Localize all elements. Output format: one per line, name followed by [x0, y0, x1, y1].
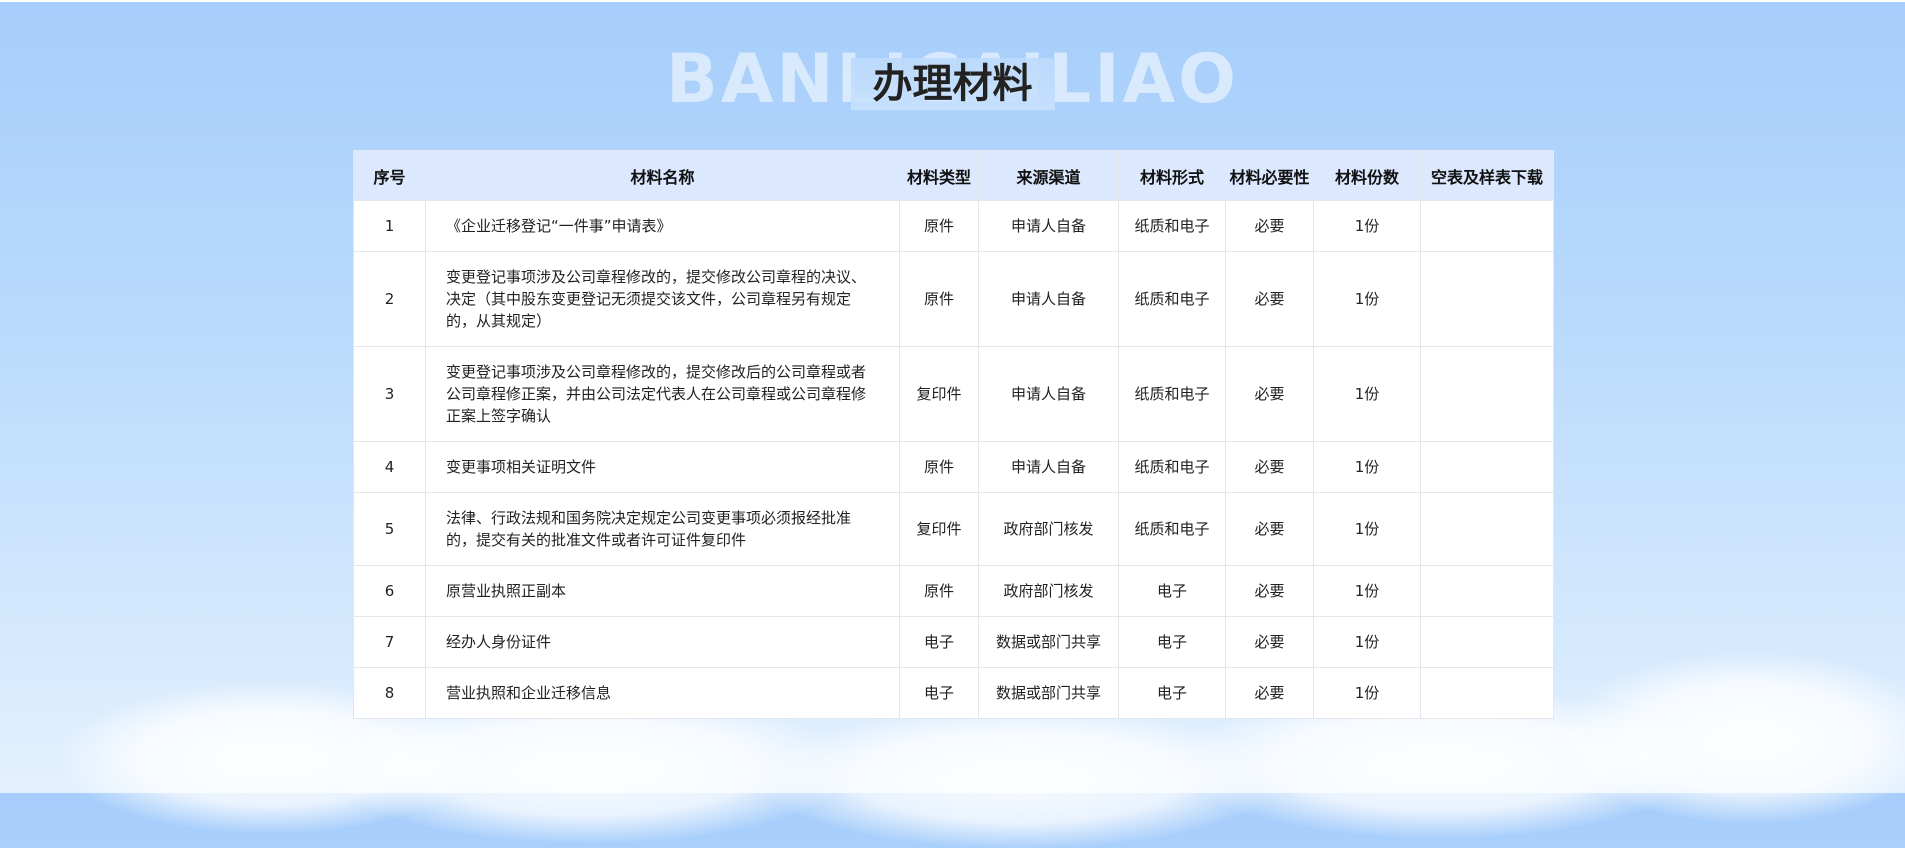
cell-required: 必要 — [1225, 667, 1314, 719]
cell-copies: 1份 — [1313, 200, 1421, 252]
header-form: 材料形式 — [1118, 150, 1226, 201]
cell-no: 6 — [353, 565, 426, 617]
table-row: 6 原营业执照正副本 原件 政府部门核发 电子 必要 1份 — [353, 565, 1554, 617]
cell-copies: 1份 — [1313, 667, 1421, 719]
cell-copies: 1份 — [1313, 441, 1421, 493]
cell-type: 复印件 — [899, 346, 979, 442]
cell-download[interactable] — [1420, 441, 1554, 493]
cell-name: 变更事项相关证明文件 — [425, 441, 900, 493]
table-row: 5 法律、行政法规和国务院决定规定公司变更事项必须报经批准的，提交有关的批准文件… — [353, 492, 1554, 566]
cell-type: 复印件 — [899, 492, 979, 566]
cell-form: 电子 — [1118, 565, 1226, 617]
title-box: 办理材料 — [850, 58, 1055, 110]
cell-form: 纸质和电子 — [1118, 492, 1226, 566]
header-download: 空表及样表下载 — [1420, 150, 1554, 201]
cell-name: 变更登记事项涉及公司章程修改的，提交修改后的公司章程或者公司章程修正案，并由公司… — [425, 346, 900, 442]
cell-type: 原件 — [899, 251, 979, 347]
cell-form: 电子 — [1118, 667, 1226, 719]
cell-no: 2 — [353, 251, 426, 347]
header-name: 材料名称 — [425, 150, 900, 201]
cell-type: 原件 — [899, 441, 979, 493]
materials-table-container: 序号 材料名称 材料类型 来源渠道 材料形式 材料必要性 材料份数 空表及样表下… — [353, 150, 1554, 719]
cell-source: 数据或部门共享 — [978, 616, 1119, 668]
table-row: 4 变更事项相关证明文件 原件 申请人自备 纸质和电子 必要 1份 — [353, 441, 1554, 493]
table-row: 7 经办人身份证件 电子 数据或部门共享 电子 必要 1份 — [353, 616, 1554, 668]
table-row: 3 变更登记事项涉及公司章程修改的，提交修改后的公司章程或者公司章程修正案，并由… — [353, 346, 1554, 442]
cell-source: 申请人自备 — [978, 251, 1119, 347]
table-row: 1 《企业迁移登记“一件事”申请表》 原件 申请人自备 纸质和电子 必要 1份 — [353, 200, 1554, 252]
cell-required: 必要 — [1225, 251, 1314, 347]
cell-form: 电子 — [1118, 616, 1226, 668]
cell-download[interactable] — [1420, 251, 1554, 347]
cell-source: 政府部门核发 — [978, 565, 1119, 617]
cell-source: 申请人自备 — [978, 441, 1119, 493]
cell-name: 《企业迁移登记“一件事”申请表》 — [425, 200, 900, 252]
cell-form: 纸质和电子 — [1118, 200, 1226, 252]
table-row: 8 营业执照和企业迁移信息 电子 数据或部门共享 电子 必要 1份 — [353, 667, 1554, 719]
cell-download[interactable] — [1420, 492, 1554, 566]
cell-type: 电子 — [899, 616, 979, 668]
cell-required: 必要 — [1225, 565, 1314, 617]
cell-download[interactable] — [1420, 346, 1554, 442]
cell-no: 7 — [353, 616, 426, 668]
cell-no: 8 — [353, 667, 426, 719]
cell-type: 原件 — [899, 200, 979, 252]
cell-name: 法律、行政法规和国务院决定规定公司变更事项必须报经批准的，提交有关的批准文件或者… — [425, 492, 900, 566]
cell-name: 经办人身份证件 — [425, 616, 900, 668]
cell-name: 原营业执照正副本 — [425, 565, 900, 617]
cell-source: 申请人自备 — [978, 200, 1119, 252]
cell-form: 纸质和电子 — [1118, 346, 1226, 442]
table-header-row: 序号 材料名称 材料类型 来源渠道 材料形式 材料必要性 材料份数 空表及样表下… — [353, 150, 1554, 201]
cell-no: 1 — [353, 200, 426, 252]
cell-name: 营业执照和企业迁移信息 — [425, 667, 900, 719]
cell-type: 电子 — [899, 667, 979, 719]
cell-name: 变更登记事项涉及公司章程修改的，提交修改公司章程的决议、决定（其中股东变更登记无… — [425, 251, 900, 347]
cell-download[interactable] — [1420, 667, 1554, 719]
cell-copies: 1份 — [1313, 616, 1421, 668]
header-type: 材料类型 — [899, 150, 979, 201]
cell-required: 必要 — [1225, 492, 1314, 566]
cell-type: 原件 — [899, 565, 979, 617]
page-title: 办理材料 — [872, 61, 1033, 107]
cell-source: 数据或部门共享 — [978, 667, 1119, 719]
header-copies: 材料份数 — [1313, 150, 1421, 201]
cell-form: 纸质和电子 — [1118, 251, 1226, 347]
header-no: 序号 — [353, 150, 426, 201]
section-header: BANLICAILIAO 办理材料 — [0, 38, 1905, 128]
cell-download[interactable] — [1420, 200, 1554, 252]
header-required: 材料必要性 — [1225, 150, 1314, 201]
cell-copies: 1份 — [1313, 251, 1421, 347]
materials-table: 序号 材料名称 材料类型 来源渠道 材料形式 材料必要性 材料份数 空表及样表下… — [353, 150, 1554, 719]
cell-no: 3 — [353, 346, 426, 442]
cell-no: 5 — [353, 492, 426, 566]
cell-required: 必要 — [1225, 441, 1314, 493]
cell-source: 申请人自备 — [978, 346, 1119, 442]
cell-source: 政府部门核发 — [978, 492, 1119, 566]
cell-copies: 1份 — [1313, 565, 1421, 617]
cell-copies: 1份 — [1313, 346, 1421, 442]
cell-copies: 1份 — [1313, 492, 1421, 566]
header-source: 来源渠道 — [978, 150, 1119, 201]
top-border — [0, 0, 1905, 2]
cell-no: 4 — [353, 441, 426, 493]
cell-required: 必要 — [1225, 616, 1314, 668]
cell-download[interactable] — [1420, 616, 1554, 668]
table-row: 2 变更登记事项涉及公司章程修改的，提交修改公司章程的决议、决定（其中股东变更登… — [353, 251, 1554, 347]
cell-required: 必要 — [1225, 200, 1314, 252]
cell-form: 纸质和电子 — [1118, 441, 1226, 493]
cell-download[interactable] — [1420, 565, 1554, 617]
cell-required: 必要 — [1225, 346, 1314, 442]
